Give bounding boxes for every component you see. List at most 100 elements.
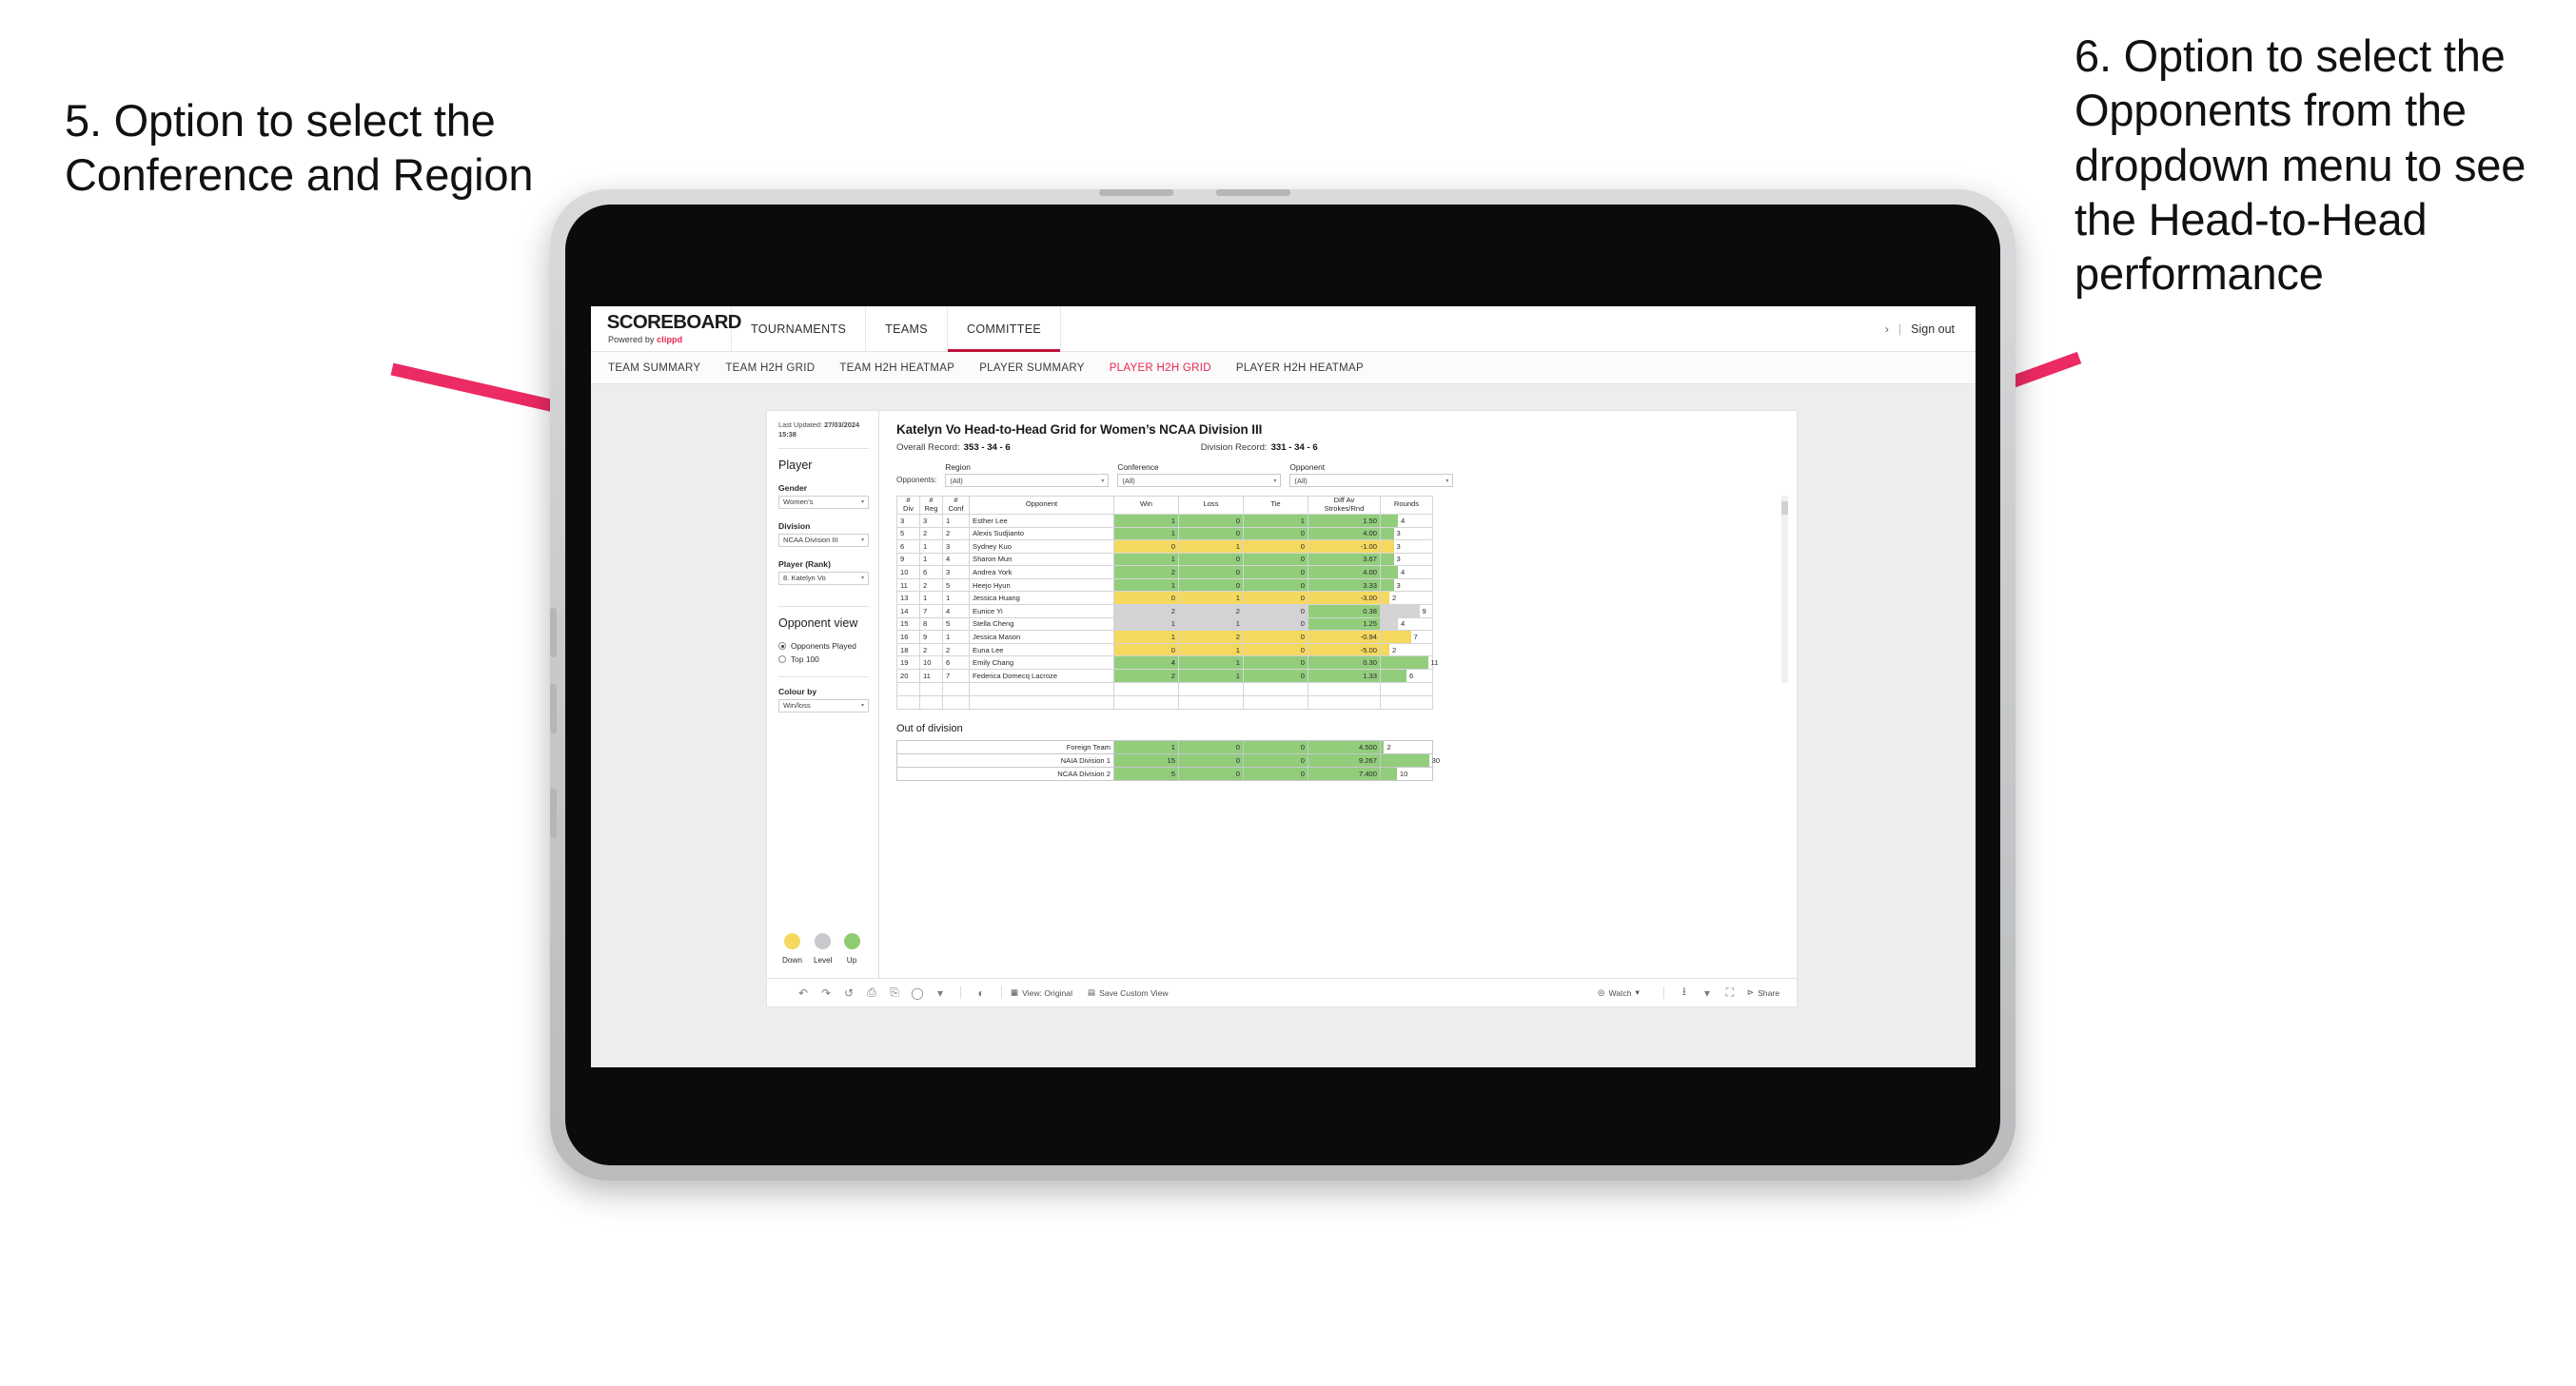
tab-team-summary[interactable]: TEAM SUMMARY (608, 362, 700, 374)
topnav-item-teams[interactable]: TEAMS (866, 306, 948, 351)
cell-diff: 0.38 (1308, 604, 1381, 618)
save-custom-view-button[interactable]: ▤ Save Custom View (1088, 987, 1169, 998)
radio-top-100[interactable]: Top 100 (778, 654, 869, 664)
cell-empty (896, 694, 920, 710)
cell-opponent: Eunice Yi (969, 604, 1114, 618)
table-row[interactable]: 19 10 6 Emily Chang 4 1 0 0.30 11 (896, 655, 1438, 671)
grid-col-header[interactable]: Win (1113, 496, 1179, 515)
table-row[interactable]: NCAA Division 2 5 0 0 7.400 10 (896, 766, 1433, 781)
redo-icon[interactable]: ↷ (815, 986, 837, 1000)
chevron-down-icon[interactable]: ▾ (1696, 986, 1719, 1000)
cell-reg: 11 (919, 669, 943, 683)
radio-opponents-played[interactable]: Opponents Played (778, 641, 869, 651)
conference-filter-value: (All) (1122, 476, 1135, 485)
cell-diff: 4.500 (1308, 739, 1381, 754)
legend-item-level: Level (814, 933, 833, 965)
table-row[interactable]: 13 1 1 Jessica Huang 0 1 0 -3.00 2 (896, 591, 1433, 606)
revert-icon[interactable]: ↺ (837, 986, 860, 1000)
rounds-value: 7 (1413, 633, 1418, 642)
pause-icon[interactable]: ⎘ (883, 986, 906, 1000)
cell-opponent: Emily Chang (969, 655, 1114, 671)
cell-tie: 0 (1243, 752, 1308, 768)
shape-icon[interactable]: ◯ (906, 986, 929, 1000)
rounds-bar (1381, 605, 1420, 617)
table-row[interactable]: 15 8 5 Stella Cheng 1 1 0 1.25 4 (896, 616, 1433, 632)
table-row[interactable]: 5 2 2 Alexis Sudjianto 1 0 0 4.00 3 (896, 526, 1433, 541)
table-row[interactable]: 20 11 7 Federica Domecq Lacroze 2 1 0 1.33 6 (896, 669, 1433, 683)
table-row[interactable]: 18 2 2 Euna Lee 0 1 0 -5.00 2 (896, 642, 1433, 657)
share-circle-icon[interactable]: ◐ (970, 986, 993, 1000)
chevron-down-icon[interactable]: ▾ (929, 986, 952, 1000)
radio-opponents-played-label: Opponents Played (791, 640, 856, 651)
grid-scrollbar[interactable] (1781, 496, 1788, 683)
table-row[interactable]: 14 7 4 Eunice Yi 2 2 0 0.38 9 (896, 604, 1433, 618)
cell-win: 2 (1113, 669, 1179, 683)
cell-loss: 0 (1178, 565, 1244, 579)
table-row[interactable]: Foreign Team 1 0 0 4.500 2 (896, 739, 1433, 754)
rounds-value: 4 (1400, 516, 1406, 525)
table-row[interactable]: 11 2 5 Heejo Hyun 1 0 0 3.33 3 (896, 577, 1433, 593)
grid-col-header[interactable]: Rounds (1380, 496, 1433, 515)
player-rank-select[interactable]: 8. Katelyn Vo ▾ (778, 571, 869, 585)
tab-team-h2h-heatmap[interactable]: TEAM H2H HEATMAP (839, 362, 954, 374)
table-row[interactable]: 16 9 1 Jessica Mason 1 2 0 -0.94 7 (896, 630, 1433, 644)
tab-player-summary[interactable]: PLAYER SUMMARY (979, 362, 1085, 374)
conference-filter-select[interactable]: (All) ▾ (1117, 474, 1282, 487)
table-row[interactable]: 10 6 3 Andrea York 2 0 0 4.00 4 (896, 565, 1433, 579)
view-original-button[interactable]: ▦ View: Original (1011, 987, 1072, 998)
topnav-item-committee[interactable]: COMMITTEE (947, 306, 1062, 352)
tablet-volume-up-button[interactable] (550, 608, 557, 657)
grid-col-header[interactable]: # Reg (919, 496, 943, 515)
share-button[interactable]: ⊳ Share (1747, 987, 1780, 998)
grid-scrollbar-thumb[interactable] (1781, 501, 1788, 515)
chevron-down-icon: ▾ (860, 703, 864, 710)
colour-by-select[interactable]: Win/loss ▾ (778, 698, 869, 713)
region-filter-select[interactable]: (All) ▾ (945, 474, 1110, 487)
app-logo[interactable]: SCOREBOARD Powered by clippd (591, 306, 742, 351)
rounds-bar (1381, 656, 1428, 670)
cell-conf: 5 (942, 616, 970, 632)
out-of-division-table: Foreign Team 1 0 0 4.500 2 NAIA Division 1 15 0 0… (896, 739, 1440, 781)
cell-tie: 0 (1243, 655, 1308, 671)
watch-button[interactable]: ◎ Watch ▾ (1598, 987, 1640, 998)
division-select[interactable]: NCAA Division III ▾ (778, 533, 869, 547)
topnav-item-tournaments[interactable]: TOURNAMENTS (732, 306, 867, 351)
player-rank-value: 8. Katelyn Vo (783, 574, 826, 583)
legend-item-down: Down (782, 933, 802, 965)
download-icon[interactable]: ⭳ (1673, 983, 1696, 1003)
tab-player-h2h-heatmap[interactable]: PLAYER H2H HEATMAP (1236, 362, 1364, 374)
cell-win: 0 (1113, 539, 1179, 554)
grid-col-header[interactable]: Loss (1178, 496, 1244, 515)
tab-player-h2h-grid[interactable]: PLAYER H2H GRID (1110, 362, 1211, 374)
opponent-filter-select[interactable]: (All) ▾ (1289, 474, 1454, 487)
refresh-icon[interactable]: ⎙ (860, 986, 883, 1000)
grid-col-header[interactable]: # Div (896, 496, 920, 515)
tab-team-h2h-grid[interactable]: TEAM H2H GRID (725, 362, 815, 374)
table-row[interactable]: NAIA Division 1 15 0 0 9.267 30 (896, 752, 1440, 768)
tablet-volume-down-button[interactable] (550, 684, 557, 733)
colour-by-value: Win/loss (783, 701, 811, 711)
save-custom-view-label: Save Custom View (1099, 987, 1169, 998)
table-row[interactable]: 6 1 3 Sydney Kuo 0 1 0 -1.00 3 (896, 539, 1433, 554)
tablet-power-button[interactable] (550, 789, 557, 838)
cell-tie: 0 (1243, 552, 1308, 567)
cell-opponent: Sydney Kuo (969, 539, 1114, 554)
grid-col-header[interactable]: # Conf (942, 496, 970, 515)
sign-out-link[interactable]: Sign out (1911, 322, 1955, 336)
table-row[interactable]: 9 1 4 Sharon Mun 1 0 0 3.67 3 (896, 552, 1433, 567)
cell-rounds: 4 (1380, 565, 1433, 579)
grid-col-header[interactable]: Tie (1243, 496, 1308, 515)
undo-icon[interactable]: ↶ (792, 986, 815, 1000)
cell-conf: 2 (942, 526, 970, 541)
fullscreen-icon[interactable]: ⛶ (1719, 986, 1741, 1000)
division-value: NCAA Division III (783, 536, 838, 545)
cell-rounds: 10 (1380, 766, 1433, 781)
grid-col-header[interactable]: Opponent (969, 496, 1114, 515)
rounds-bar (1381, 767, 1397, 780)
grid-col-header[interactable]: Diff Av Strokes/Rnd (1308, 496, 1381, 515)
chevron-right-icon[interactable]: › (1885, 322, 1889, 336)
overall-record-label: Overall Record: (896, 442, 960, 453)
table-row[interactable]: 3 3 1 Esther Lee 1 0 1 1.50 4 (896, 513, 1433, 528)
gender-select[interactable]: Women’s ▾ (778, 495, 869, 509)
cell-div: 11 (896, 577, 920, 593)
